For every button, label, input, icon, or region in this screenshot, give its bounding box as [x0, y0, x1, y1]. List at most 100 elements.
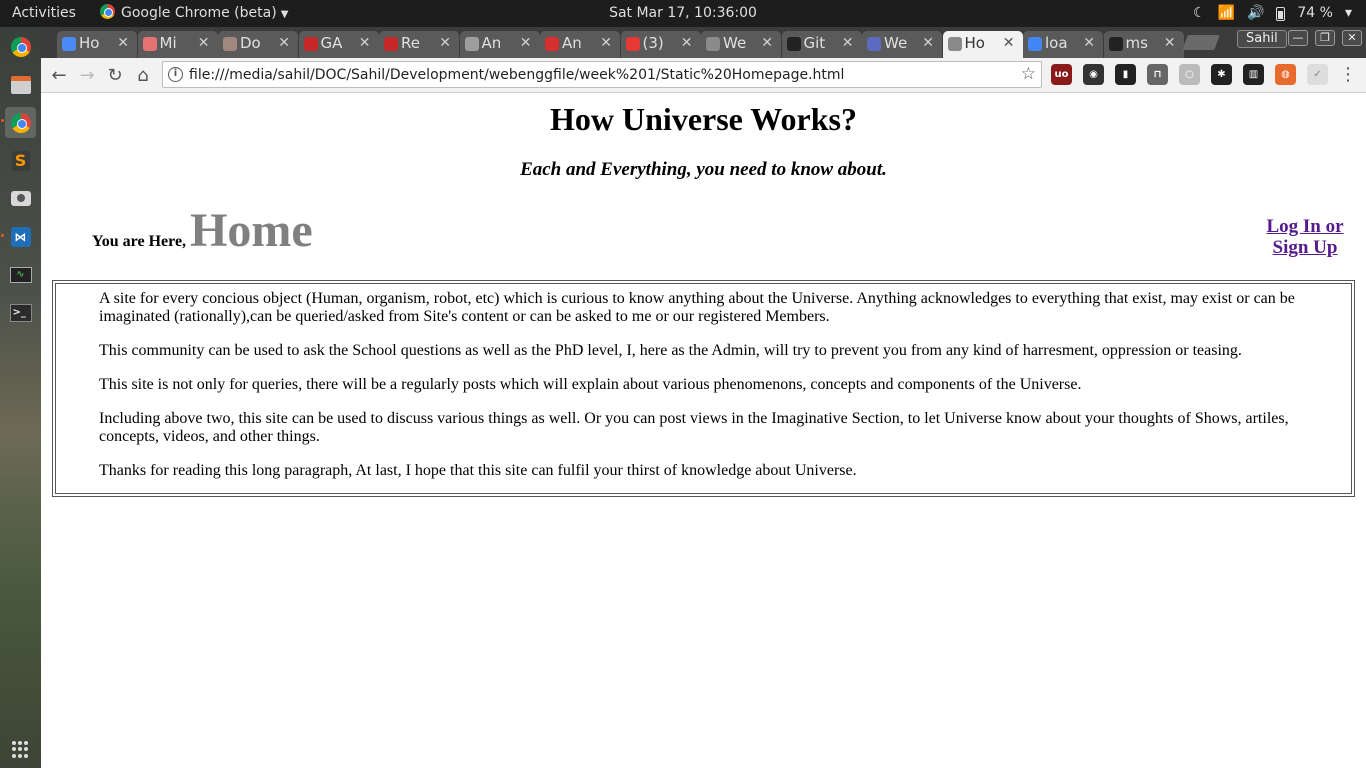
tab-close-icon[interactable]: ✕ — [1164, 31, 1176, 56]
browser-tab[interactable]: We ✕ — [701, 31, 781, 58]
tab-label: Re — [401, 34, 420, 52]
address-bar[interactable]: i ☆ — [162, 61, 1042, 88]
youtube-icon — [625, 37, 640, 51]
app-menu[interactable]: Google Chrome (beta) ▼ — [100, 0, 288, 27]
dock-files[interactable] — [5, 69, 36, 100]
tab-label: (3) — [642, 34, 664, 52]
dock-chrome[interactable] — [5, 31, 36, 62]
page-icon — [947, 37, 962, 51]
app-menu-label: Google Chrome (beta) — [121, 5, 277, 21]
breadcrumb-current-page: Home — [190, 204, 313, 257]
login-link-line1: Log In or — [1266, 216, 1344, 237]
browser-tab[interactable]: An ✕ — [540, 31, 620, 58]
browser-tab[interactable]: We ✕ — [862, 31, 942, 58]
new-tab-button[interactable] — [1182, 35, 1220, 50]
clock[interactable]: Sat Mar 17, 10:36:00 — [609, 5, 757, 21]
tab-close-icon[interactable]: ✕ — [842, 31, 854, 56]
bookmark-star-icon[interactable]: ☆ — [1021, 64, 1036, 84]
breadcrumb-prefix: You are Here, — [92, 233, 187, 250]
tab-close-icon[interactable]: ✕ — [600, 31, 612, 56]
forward-button[interactable]: → — [74, 63, 100, 89]
extensions-area: uo ◉ ▮ ⊓ ○ ✱ ▥ ◍ ✓ — [1051, 64, 1328, 86]
dock-sublime[interactable]: S — [5, 145, 36, 176]
tab-label: Ho — [79, 34, 100, 52]
chrome-icon — [10, 36, 31, 57]
reload-button[interactable]: ↻ — [102, 63, 128, 89]
tab-label: GA — [320, 34, 343, 52]
page-icon — [706, 37, 720, 51]
browser-tab[interactable]: Ho ✕ — [942, 31, 1023, 58]
tab-label: Mi — [159, 34, 177, 52]
paragraph: Thanks for reading this long paragraph, … — [99, 462, 857, 479]
browser-tab[interactable]: Mi ✕ — [137, 31, 218, 58]
tab-close-icon[interactable]: ✕ — [520, 31, 532, 56]
show-applications-button[interactable] — [5, 734, 36, 765]
tab-close-icon[interactable]: ✕ — [359, 31, 371, 56]
tab-close-icon[interactable]: ✕ — [1003, 31, 1015, 56]
browser-tab[interactable]: Do ✕ — [218, 31, 298, 58]
activities-button[interactable]: Activities — [12, 0, 76, 27]
system-top-bar: Activities Google Chrome (beta) ▼ Sat Mar… — [0, 0, 1366, 27]
paragraph: This site is not only for queries, there… — [99, 376, 1082, 393]
minimize-button[interactable]: — — [1288, 30, 1308, 46]
home-button[interactable]: ⌂ — [130, 63, 156, 89]
battery-icon — [1276, 6, 1286, 21]
close-window-button[interactable]: ✕ — [1342, 30, 1362, 46]
chrome-beta-icon — [100, 4, 115, 19]
terminal-icon: >_ — [9, 303, 32, 322]
tab-close-icon[interactable]: ✕ — [1083, 31, 1095, 56]
circle-extension-icon[interactable]: ○ — [1179, 64, 1200, 85]
maximize-button[interactable]: ❐ — [1315, 30, 1335, 46]
paw-extension-icon[interactable]: ✱ — [1211, 64, 1232, 85]
google-docs-icon — [62, 37, 76, 51]
dock-chrome-beta[interactable] — [5, 107, 36, 138]
plug-extension-icon[interactable]: ⊓ — [1147, 64, 1168, 85]
profile-button[interactable]: Sahil — [1237, 30, 1287, 48]
check-extension-icon[interactable]: ✓ — [1307, 64, 1328, 85]
about-table: A site for every concious object (Human,… — [52, 280, 1355, 497]
browser-tab[interactable]: Git ✕ — [781, 31, 862, 58]
browser-tab[interactable]: ms ✕ — [1103, 31, 1184, 58]
system-tray[interactable]: ☾ 📶 🔊 74 % ▾ — [1193, 0, 1352, 27]
login-link-line2: Sign Up — [1272, 237, 1338, 258]
browser-tab[interactable]: (3) ✕ — [620, 31, 701, 58]
browser-tab[interactable]: An ✕ — [459, 31, 540, 58]
tab-close-icon[interactable]: ✕ — [439, 31, 451, 56]
night-light-icon: ☾ — [1192, 5, 1206, 21]
browser-tab[interactable]: Ho ✕ — [57, 31, 137, 58]
angular-icon — [545, 37, 559, 51]
about-cell: A site for every concious object (Human,… — [55, 283, 1352, 494]
camera-icon — [10, 191, 31, 206]
info-icon[interactable]: i — [168, 67, 183, 82]
target-icon — [142, 37, 157, 51]
dock-system-monitor[interactable]: ∿ — [5, 259, 36, 290]
tab-close-icon[interactable]: ✕ — [761, 31, 773, 56]
tab-close-icon[interactable]: ✕ — [922, 31, 934, 56]
files-icon — [10, 75, 31, 94]
battery-percent: 74 % — [1297, 5, 1333, 21]
browser-tab[interactable]: GA ✕ — [298, 31, 379, 58]
orange-extension-icon[interactable]: ◍ — [1275, 64, 1296, 85]
back-button[interactable]: ← — [46, 63, 72, 89]
archive-extension-icon[interactable]: ▥ — [1243, 64, 1264, 85]
color-picker-extension-icon[interactable]: ◉ — [1083, 64, 1104, 85]
dock-vscode[interactable]: ⋈ — [5, 221, 36, 252]
tab-close-icon[interactable]: ✕ — [681, 31, 693, 56]
dock-terminal[interactable]: >_ — [5, 297, 36, 328]
tab-label: ms — [1125, 34, 1148, 52]
browser-tab[interactable]: loa ✕ — [1023, 31, 1103, 58]
github-icon — [786, 37, 801, 51]
app-grid-icon — [11, 740, 30, 759]
login-signup-link[interactable]: Log In or Sign Up — [1250, 216, 1360, 258]
tab-close-icon[interactable]: ✕ — [198, 31, 210, 56]
ublock-extension-icon[interactable]: uo — [1051, 64, 1072, 85]
paragraph: Including above two, this site can be us… — [99, 410, 1289, 445]
url-input[interactable] — [189, 64, 1009, 85]
dock-screenshot[interactable] — [5, 183, 36, 214]
tab-close-icon[interactable]: ✕ — [278, 31, 290, 56]
flag-extension-icon[interactable]: ▮ — [1115, 64, 1136, 85]
tab-close-icon[interactable]: ✕ — [117, 31, 129, 56]
chrome-menu-button[interactable]: ⋮ — [1339, 63, 1357, 87]
wifi-icon: 📶 — [1217, 5, 1235, 21]
browser-tab[interactable]: Re ✕ — [379, 31, 459, 58]
